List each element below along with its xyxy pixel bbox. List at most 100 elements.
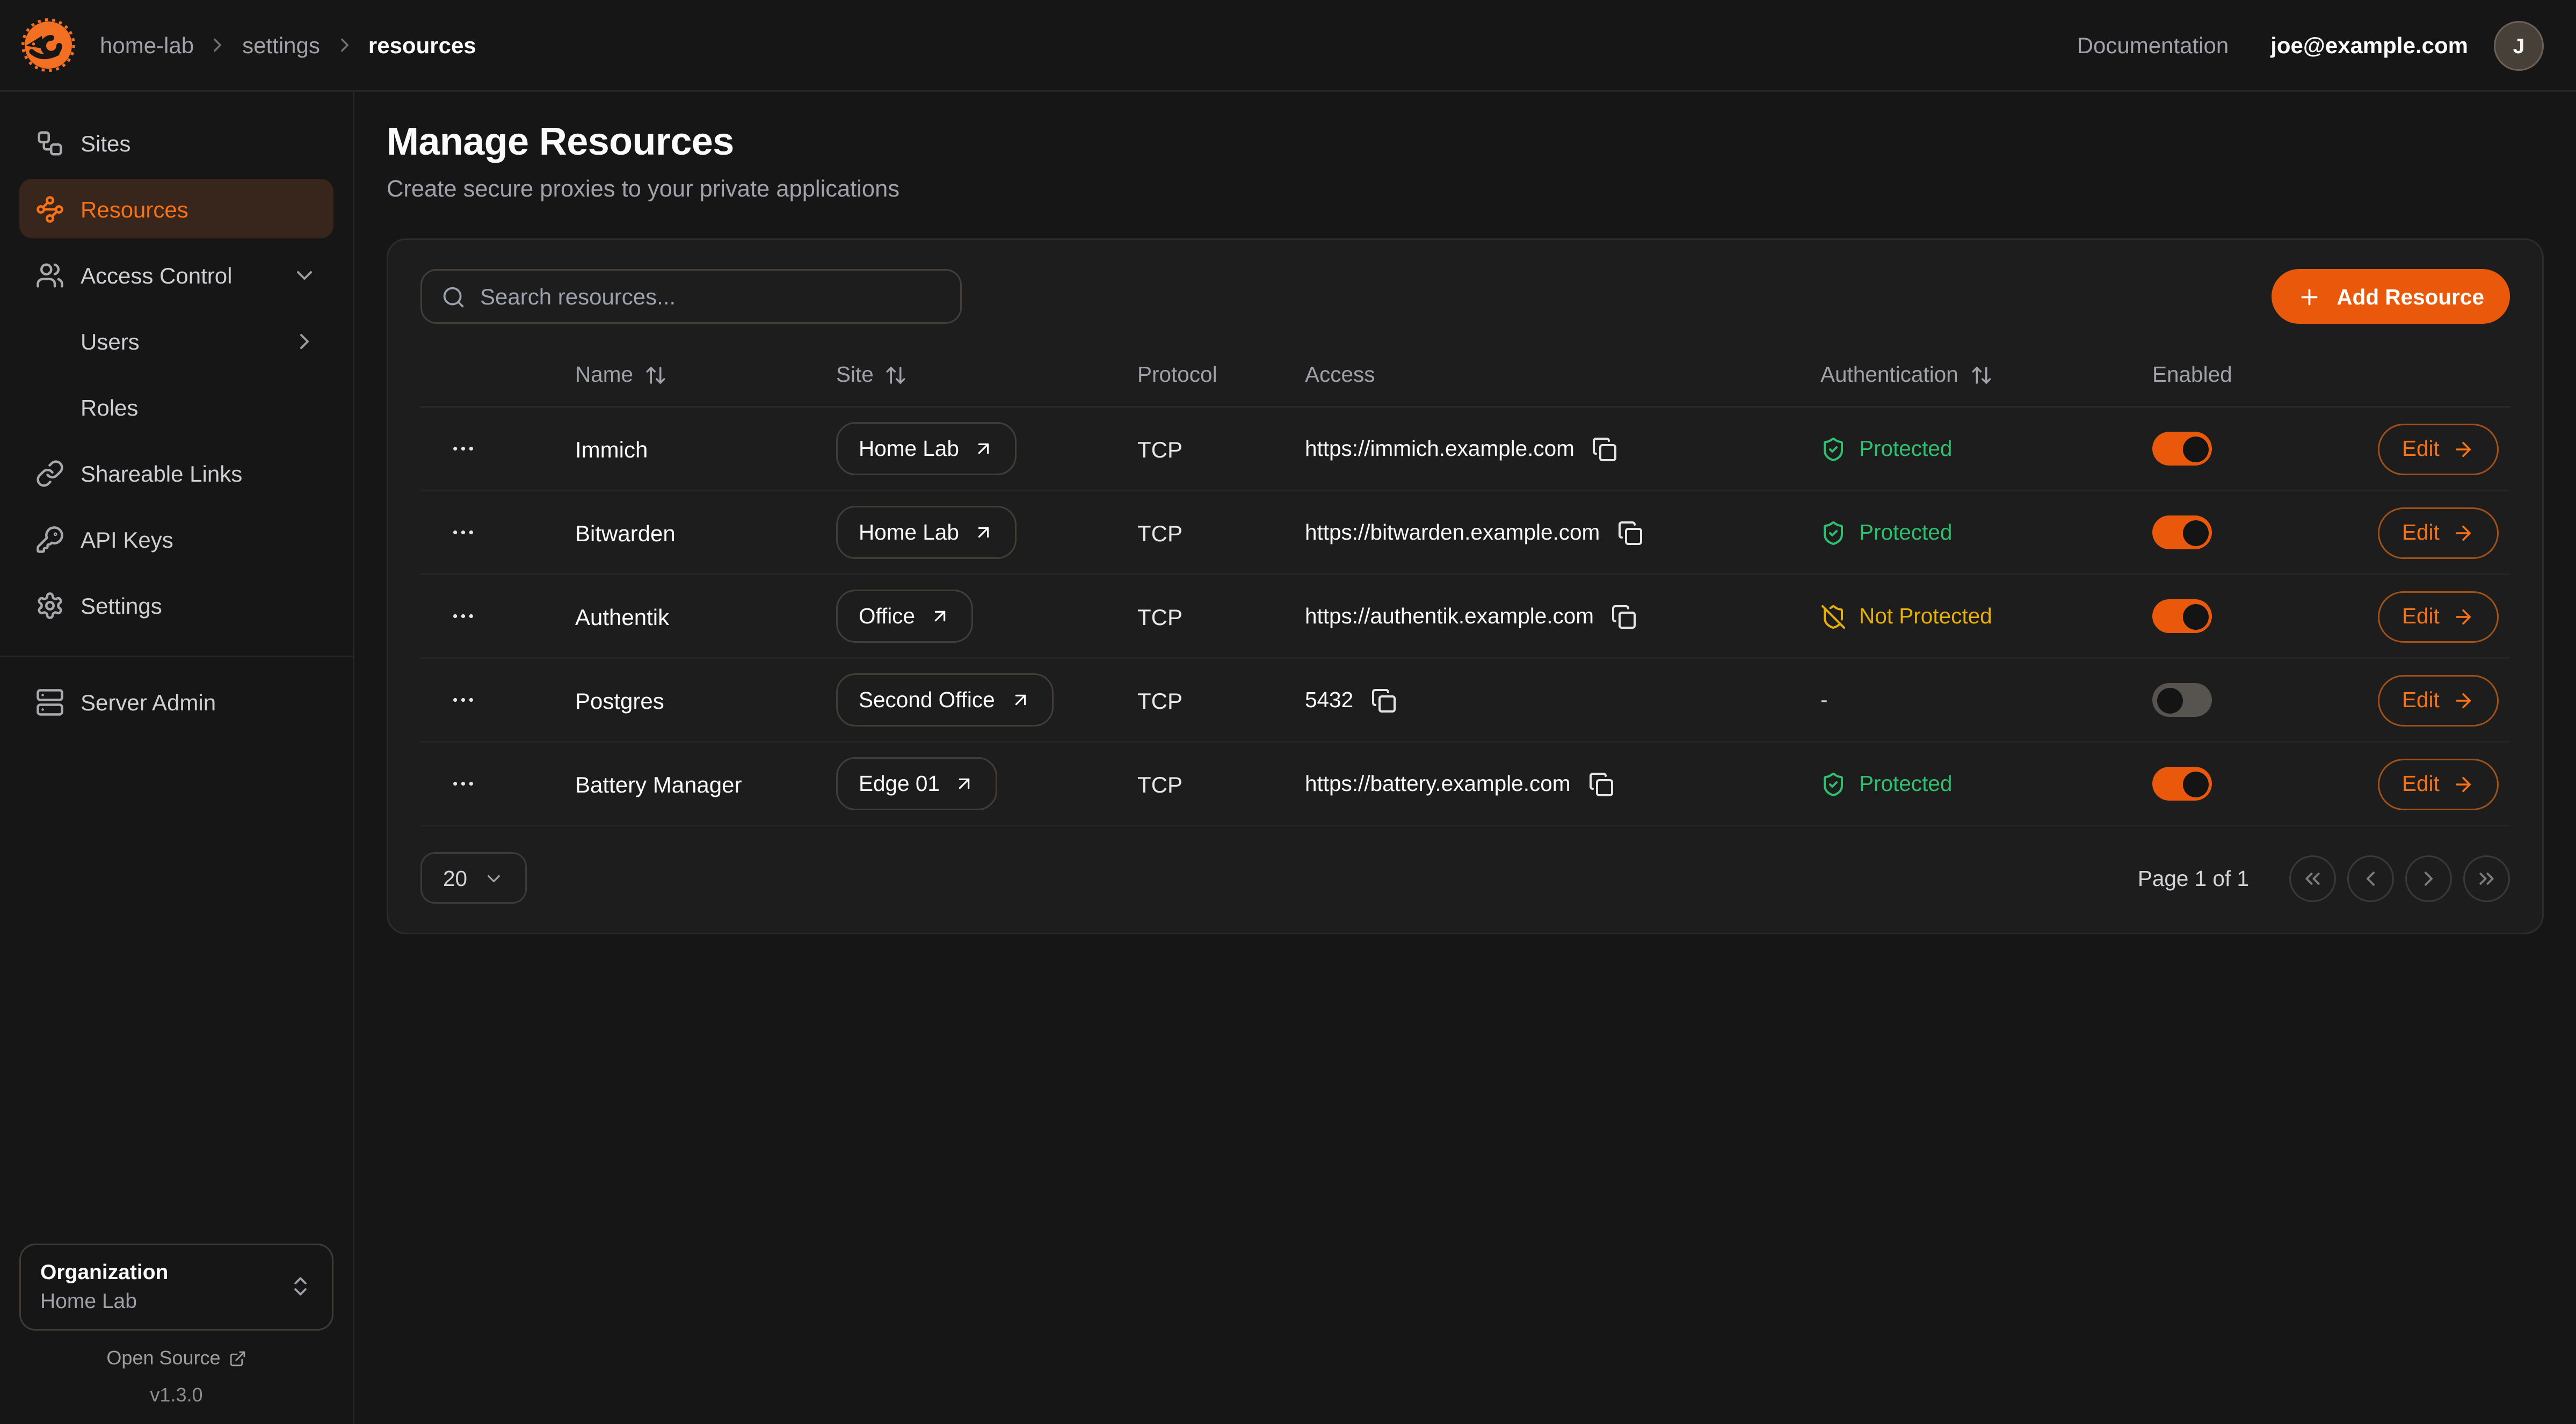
- sidebar-item-sites[interactable]: Sites: [19, 113, 333, 172]
- site-link-badge[interactable]: Edge 01: [836, 757, 998, 810]
- table-row: Postgres Second Office TCP 5432 - Edit: [420, 659, 2510, 743]
- site-link-badge[interactable]: Home Lab: [836, 506, 1017, 559]
- chevron-down-icon: [292, 262, 317, 288]
- prev-page-button[interactable]: [2347, 855, 2394, 902]
- shield-check-icon: [1820, 520, 1846, 546]
- site-name: Home Lab: [859, 520, 959, 544]
- sidebar-item-settings[interactable]: Settings: [19, 575, 333, 635]
- copy-icon: [1592, 436, 1618, 462]
- edit-button[interactable]: Edit: [2378, 758, 2499, 810]
- breadcrumb-org[interactable]: home-lab: [100, 32, 194, 58]
- arrow-up-right-icon: [1010, 689, 1031, 710]
- copy-access-button[interactable]: [1588, 771, 1614, 797]
- first-page-button[interactable]: [2289, 855, 2336, 902]
- row-menu-button[interactable]: [443, 513, 482, 552]
- site-cell: Second Office: [836, 673, 1137, 726]
- access-cell: https://bitwarden.example.com: [1305, 520, 1820, 546]
- open-source-link[interactable]: Open Source: [106, 1347, 246, 1369]
- arrow-right-icon: [2452, 689, 2475, 711]
- sidebar-item-label: Access Control: [81, 262, 232, 288]
- edit-cell: Edit: [2378, 591, 2525, 642]
- resource-protocol: TCP: [1137, 687, 1305, 713]
- enabled-cell: [2152, 767, 2378, 801]
- sort-icon[interactable]: [1970, 364, 1992, 386]
- sidebar-item-label: API Keys: [81, 526, 173, 552]
- resource-access: https://authentik.example.com: [1305, 604, 1594, 628]
- page-info: Page 1 of 1: [2138, 866, 2249, 890]
- breadcrumb-resources: resources: [368, 32, 476, 58]
- copy-access-button[interactable]: [1592, 436, 1618, 462]
- site-link-badge[interactable]: Home Lab: [836, 422, 1017, 475]
- arrow-up-right-icon: [930, 606, 950, 627]
- search-input[interactable]: [480, 284, 941, 309]
- toggle-knob: [2182, 520, 2208, 546]
- breadcrumb: home-lab settings resources: [100, 32, 476, 58]
- row-actions-cell: [420, 765, 504, 803]
- chevrons-right-icon: [2475, 866, 2499, 890]
- site-link-badge[interactable]: Office: [836, 590, 973, 643]
- copy-access-button[interactable]: [1371, 687, 1397, 713]
- sidebar-item-api-keys[interactable]: API Keys: [19, 509, 333, 569]
- row-actions-cell: [420, 513, 504, 552]
- edit-button[interactable]: Edit: [2378, 674, 2499, 726]
- enabled-toggle[interactable]: [2152, 432, 2212, 466]
- edit-button[interactable]: Edit: [2378, 507, 2499, 558]
- documentation-link[interactable]: Documentation: [2077, 32, 2229, 58]
- sidebar-item-roles[interactable]: Roles: [19, 377, 333, 437]
- sidebar-item-server-admin[interactable]: Server Admin: [19, 672, 333, 731]
- key-icon: [35, 525, 64, 554]
- row-actions-cell: [420, 430, 504, 468]
- edit-button-label: Edit: [2402, 772, 2440, 796]
- sidebar-item-label: Resources: [81, 196, 188, 222]
- site-name: Second Office: [859, 688, 995, 712]
- enabled-toggle[interactable]: [2152, 599, 2212, 633]
- add-resource-button[interactable]: Add Resource: [2272, 269, 2510, 324]
- organization-selector[interactable]: Organization Home Lab: [19, 1243, 333, 1331]
- site-name: Edge 01: [859, 772, 940, 796]
- row-menu-button[interactable]: [443, 430, 482, 468]
- sort-icon[interactable]: [644, 364, 667, 386]
- sidebar-item-label: Sites: [81, 130, 130, 156]
- table-row: Immich Home Lab TCP https://immich.examp…: [420, 408, 2510, 491]
- enabled-toggle[interactable]: [2152, 767, 2212, 801]
- resource-protocol: TCP: [1137, 771, 1305, 797]
- site-link-badge[interactable]: Second Office: [836, 673, 1053, 726]
- edit-button[interactable]: Edit: [2378, 423, 2499, 475]
- auth-status-label: Not Protected: [1859, 604, 1992, 628]
- arrow-right-icon: [2452, 438, 2475, 460]
- enabled-toggle[interactable]: [2152, 683, 2212, 717]
- breadcrumb-settings[interactable]: settings: [242, 32, 320, 58]
- ellipsis-icon: [449, 435, 476, 462]
- enabled-cell: [2152, 599, 2378, 633]
- sidebar-item-shareable-links[interactable]: Shareable Links: [19, 443, 333, 503]
- sidebar-item-label: Settings: [81, 592, 162, 618]
- edit-button[interactable]: Edit: [2378, 591, 2499, 642]
- sidebar-item-users[interactable]: Users: [19, 311, 333, 370]
- row-menu-button[interactable]: [443, 597, 482, 636]
- enabled-toggle[interactable]: [2152, 515, 2212, 549]
- site-cell: Home Lab: [836, 422, 1137, 475]
- page-size-select[interactable]: 20: [420, 852, 527, 904]
- user-email[interactable]: joe@example.com: [2270, 32, 2468, 58]
- organization-label: Organization: [40, 1258, 168, 1287]
- main-content: Manage Resources Create secure proxies t…: [354, 92, 2576, 1424]
- copy-access-button[interactable]: [1612, 604, 1637, 629]
- next-page-button[interactable]: [2405, 855, 2452, 902]
- last-page-button[interactable]: [2463, 855, 2510, 902]
- chevron-right-icon: [2417, 866, 2441, 890]
- sidebar-item-resources[interactable]: Resources: [19, 179, 333, 238]
- row-menu-button[interactable]: [443, 765, 482, 803]
- sidebar-footer: Open Source v1.3.0: [19, 1337, 333, 1414]
- avatar[interactable]: J: [2494, 20, 2544, 70]
- edit-cell: Edit: [2378, 507, 2525, 558]
- sidebar-item-access-control[interactable]: Access Control: [19, 245, 333, 304]
- copy-access-button[interactable]: [1617, 520, 1643, 546]
- column-label: Site: [836, 362, 874, 387]
- sort-icon[interactable]: [885, 364, 908, 386]
- row-menu-button[interactable]: [443, 681, 482, 720]
- ellipsis-icon: [449, 602, 476, 630]
- shield-off-icon: [1820, 604, 1846, 629]
- sidebar: Sites Resources Access Control Users RolesSh…: [0, 92, 354, 1424]
- arrow-right-icon: [2452, 521, 2475, 544]
- shell: Sites Resources Access Control Users RolesSh…: [0, 92, 2576, 1424]
